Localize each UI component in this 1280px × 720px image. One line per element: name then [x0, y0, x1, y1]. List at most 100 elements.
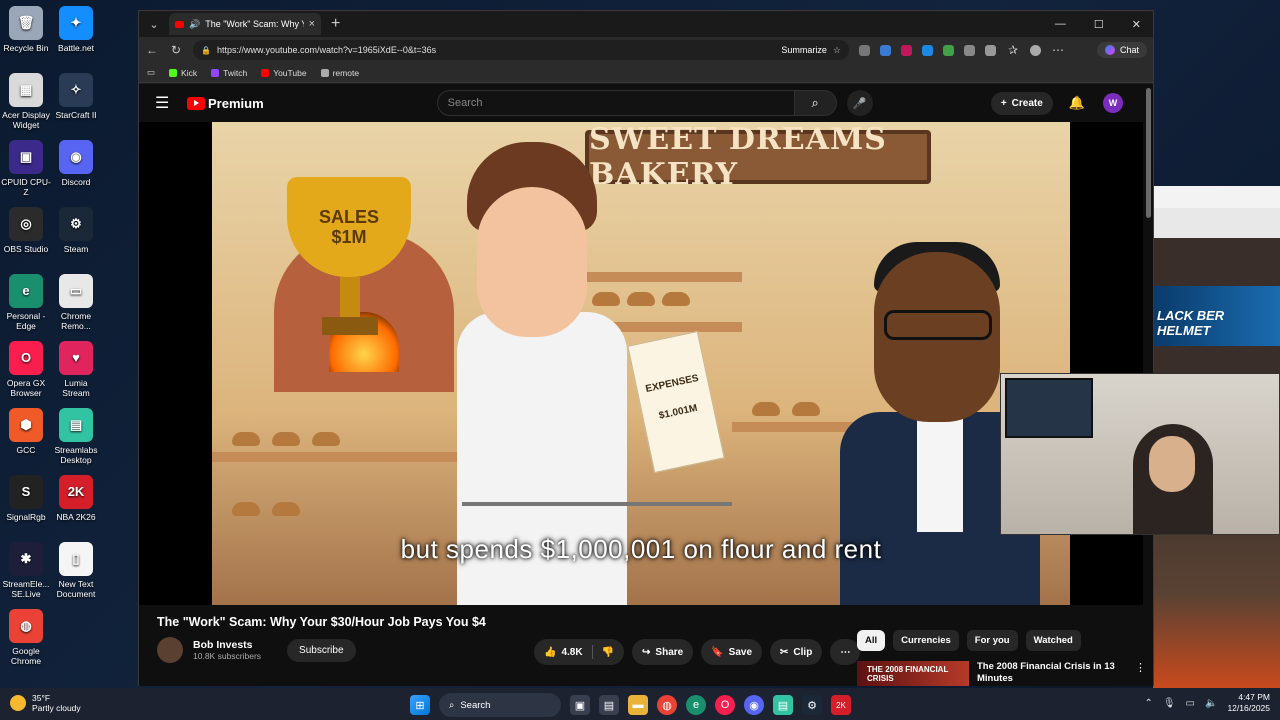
desktop-icon[interactable]: ✱ StreamEle... SE.Live: [0, 542, 52, 599]
bookmark-item[interactable]: remote: [320, 68, 359, 78]
extension-icon[interactable]: [901, 44, 912, 56]
summarize-button[interactable]: Summarize: [781, 45, 827, 55]
search-button[interactable]: ⌕: [794, 90, 837, 116]
back-icon[interactable]: ←: [145, 43, 159, 57]
widgets-icon[interactable]: ▤: [599, 695, 619, 715]
extension-icon[interactable]: [964, 44, 975, 56]
close-tab-icon[interactable]: ×: [309, 18, 315, 30]
desktop-icon[interactable]: ◉ Discord: [50, 140, 102, 187]
opera-icon[interactable]: O: [715, 695, 735, 715]
desktop-icon[interactable]: ◍ Google Chrome: [0, 609, 52, 666]
desktop-icon[interactable]: ▤ Streamlabs Desktop: [50, 408, 102, 465]
chip-currencies[interactable]: Currencies: [893, 630, 959, 651]
recommended-thumbnail[interactable]: THE 2008 FINANCIAL CRISIS: [857, 661, 969, 686]
desktop-icon[interactable]: 2K NBA 2K26: [50, 475, 102, 522]
desktop-icon[interactable]: ▦ Acer Display Widget: [0, 73, 52, 130]
extension-icon[interactable]: [922, 44, 933, 56]
channel-name[interactable]: Bob Invests: [193, 639, 261, 651]
extension-icon[interactable]: [880, 44, 891, 56]
extension-icon[interactable]: [859, 44, 870, 56]
video-player[interactable]: SWEET DREAMS BAKERY SALES $1M EXPENSES $…: [139, 122, 1143, 605]
volume-icon[interactable]: 🔈: [1205, 698, 1217, 709]
bookmark-item[interactable]: YouTube: [261, 68, 307, 78]
chip-watched[interactable]: Watched: [1025, 630, 1081, 651]
streamlabs-icon[interactable]: ▤: [773, 695, 793, 715]
weather-widget[interactable]: 35°F Partly cloudy: [10, 693, 81, 713]
task-view-icon[interactable]: ▣: [570, 695, 590, 715]
desktop-icon[interactable]: ⬢ GCC: [0, 408, 52, 455]
discord-icon[interactable]: ◉: [744, 695, 764, 715]
desktop-icon[interactable]: 🗑 Recycle Bin: [0, 6, 52, 53]
youtube-logo[interactable]: Premium: [187, 96, 264, 111]
shelf: [212, 452, 462, 462]
new-tab-button[interactable]: +: [331, 15, 340, 33]
desktop-icon[interactable]: ✧ StarCraft II: [50, 73, 102, 120]
desktop-icon[interactable]: S SignalRgb: [0, 475, 52, 522]
desktop-icon[interactable]: ▣ CPUID CPU-Z: [0, 140, 52, 197]
clock[interactable]: 4:47 PM 12/16/2025: [1227, 692, 1270, 714]
extension-icon[interactable]: [943, 44, 954, 56]
desktop-icon[interactable]: ▭ Chrome Remo...: [50, 274, 102, 331]
bookmark-icon: 🔖: [711, 646, 724, 658]
share-button[interactable]: ↪ Share: [632, 639, 694, 665]
recommended-title[interactable]: The 2008 Financial Crisis in 13 Minutes: [977, 661, 1127, 686]
minimize-icon[interactable]: —: [1055, 18, 1066, 31]
desktop-icon[interactable]: e Personal - Edge: [0, 274, 52, 331]
file-explorer-icon[interactable]: ▬: [628, 695, 648, 715]
notifications-icon[interactable]: 🔔: [1069, 95, 1085, 111]
favorites-icon[interactable]: ✰: [1006, 43, 1020, 57]
menu-icon[interactable]: ☰: [155, 93, 177, 113]
avatar[interactable]: W: [1103, 93, 1123, 113]
search-input[interactable]: Search: [436, 90, 795, 116]
chip-for-you[interactable]: For you: [966, 630, 1018, 651]
profile-icon[interactable]: [1030, 44, 1041, 56]
like-button[interactable]: 👍 4.8K 👎: [534, 639, 625, 665]
desktop-icon[interactable]: ▯ New Text Document: [50, 542, 102, 599]
desktop-icon[interactable]: ◎ OBS Studio: [0, 207, 52, 254]
bookmark-item[interactable]: Twitch: [211, 68, 247, 78]
taskbar-search[interactable]: ⌕ Search: [439, 693, 561, 717]
thumbs-down-icon[interactable]: 👎: [602, 647, 614, 658]
start-icon[interactable]: ⊞: [410, 695, 430, 715]
more-actions-button[interactable]: ⋯: [830, 639, 861, 665]
edge-icon[interactable]: e: [686, 695, 706, 715]
chrome-icon[interactable]: ◍: [657, 695, 677, 715]
desktop-icon[interactable]: O Opera GX Browser: [0, 341, 52, 398]
chevron-up-icon[interactable]: ⌃: [1144, 698, 1152, 709]
kebab-menu-icon[interactable]: ⋮: [1135, 661, 1146, 686]
bookmark-toggle-icon[interactable]: ▭: [147, 67, 155, 78]
refresh-icon[interactable]: ↻: [169, 43, 183, 57]
copilot-chat-button[interactable]: Chat: [1096, 42, 1147, 58]
bookmark-item[interactable]: Kick: [169, 68, 197, 78]
bread: [752, 402, 780, 416]
tab-list-button[interactable]: ⌄: [143, 14, 165, 34]
background-window-titlebar[interactable]: [1153, 186, 1280, 208]
desktop-icon[interactable]: ♥ Lumia Stream: [50, 341, 102, 398]
chip-all[interactable]: All: [857, 630, 886, 651]
recommended-video[interactable]: THE 2008 FINANCIAL CRISIS The 2008 Finan…: [857, 661, 1146, 686]
nba2k-icon[interactable]: 2K: [831, 695, 851, 715]
maximize-icon[interactable]: ☐: [1094, 18, 1104, 31]
webcam-face: [1149, 436, 1195, 492]
create-button[interactable]: + Create: [990, 91, 1053, 115]
extension-icon[interactable]: [985, 44, 996, 56]
close-window-icon[interactable]: ✕: [1132, 18, 1141, 31]
channel-avatar[interactable]: [157, 637, 183, 663]
desktop-icon[interactable]: ✦ Battle.net: [50, 6, 102, 53]
voice-search-button[interactable]: 🎤: [846, 90, 873, 116]
more-icon[interactable]: ⋯: [1051, 43, 1065, 57]
desktop-app-icon: ✦: [59, 6, 93, 40]
network-icon[interactable]: ▭: [1186, 698, 1195, 709]
address-bar[interactable]: 🔒 https://www.youtube.com/watch?v=1965iX…: [193, 40, 849, 60]
bookmark-label: Twitch: [223, 67, 248, 78]
microphone-icon[interactable]: 🎙: [1163, 698, 1176, 709]
clip-button[interactable]: ✂ Clip: [770, 639, 823, 665]
speaker-icon[interactable]: 🔊: [189, 19, 200, 30]
subscribe-button[interactable]: Subscribe: [287, 638, 356, 662]
save-button[interactable]: 🔖 Save: [701, 639, 763, 665]
desktop-icon[interactable]: ⚙ Steam: [50, 207, 102, 254]
steam-icon[interactable]: ⚙: [802, 695, 822, 715]
tab-youtube[interactable]: 🔊 The "Work" Scam: Why Your $ ×: [169, 13, 321, 35]
star-icon[interactable]: ☆: [833, 45, 841, 56]
page-scrollbar[interactable]: [1146, 88, 1151, 218]
